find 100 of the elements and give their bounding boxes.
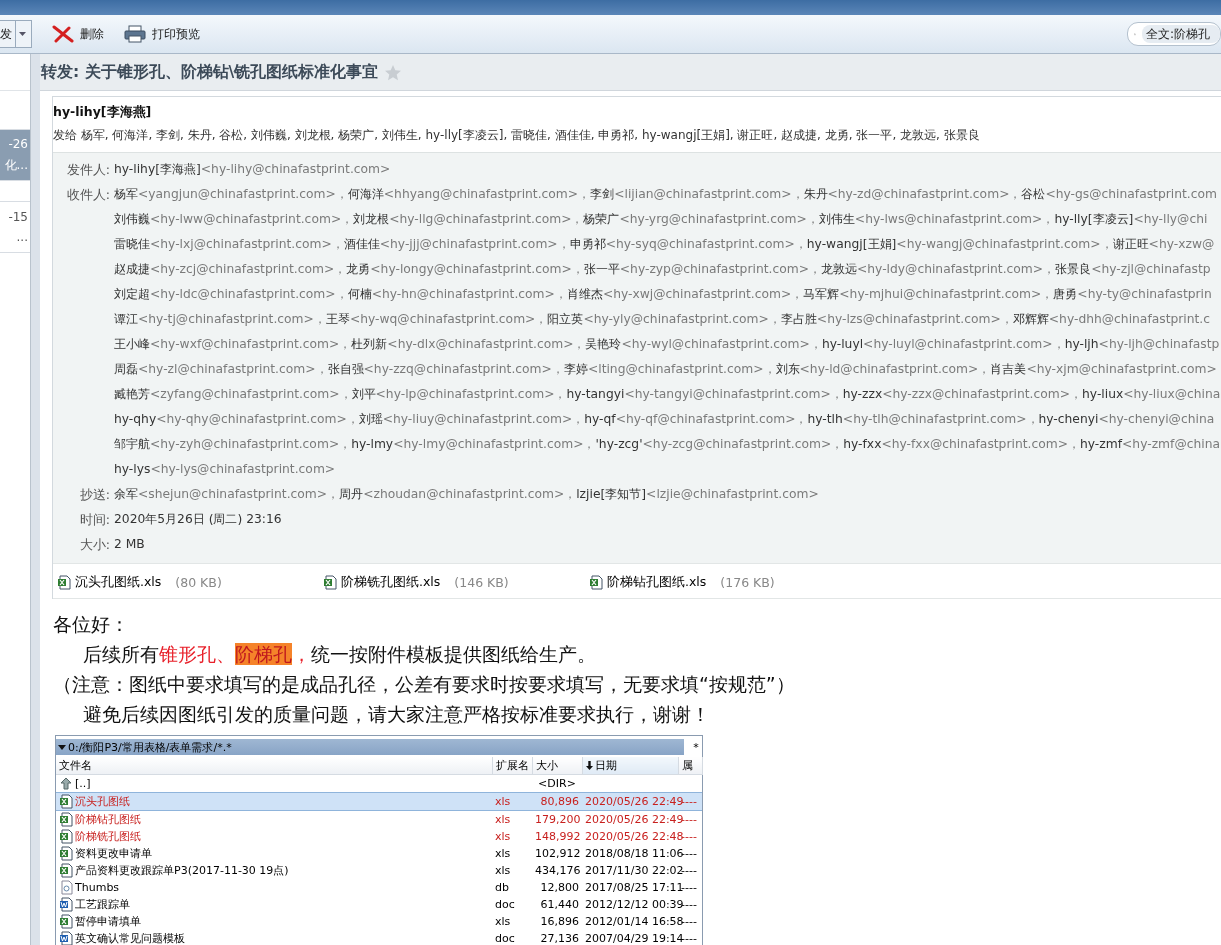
recipient-address: hy-qhy<hy-qhy@chinafastprint.com>，: [114, 412, 359, 426]
star-icon[interactable]: [384, 63, 403, 81]
recipient-address: 龙敦远<hy-ldy@chinafastprint.com>，: [821, 262, 1056, 276]
attachment-link[interactable]: 阶梯钻孔图纸.xls: [607, 574, 707, 591]
recipient-address: 谷松<hy-gs@chinafastprint.com: [1021, 187, 1217, 201]
recipient-address: 李占胜<hy-lzs@chinafastprint.com>，: [780, 312, 1013, 326]
print-button[interactable]: 打印预览: [118, 22, 206, 46]
recipient-address: 刘瑶<hy-liuy@chinafastprint.com>，: [358, 412, 585, 426]
recipient-address: hy-chenyi<hy-chenyi@china: [1038, 412, 1215, 426]
recipient-address: 刘东<hy-ld@chinafastprint.com>，: [775, 362, 991, 376]
printer-icon: [124, 25, 146, 43]
attachment-size: (176 KB): [720, 575, 775, 590]
email-subject: 转发: 关于锥形孔、阶梯钻\铣孔图纸标准化事宜: [41, 61, 379, 83]
recipient-address: 刘龙根<hy-llg@chinafastprint.com>，: [353, 212, 584, 226]
recipient-address: 谢正旺<hy-xzw@: [1112, 237, 1215, 251]
document-file-icon: [59, 897, 73, 912]
recipient-address: 李婷<lting@chinafastprint.com>，: [563, 362, 776, 376]
field-label: 发件人:: [65, 161, 111, 179]
spreadsheet-file-icon: [59, 794, 73, 809]
recipient-address: 刘平<hy-lp@chinafastprint.com>，: [351, 387, 567, 401]
attachment-size: (146 KB): [454, 575, 509, 590]
recipient-address: hy-liux<hy-liux@china: [1082, 387, 1221, 401]
recipient-address: 余军<shejun@chinafastprint.com>，: [114, 487, 340, 501]
recipient-address: 刘伟生<hy-lws@chinafastprint.com>，: [818, 212, 1055, 226]
recipient-address: hy-fxx<hy-fxx@chinafastprint.com>，: [843, 437, 1080, 451]
recipient-address: 张景良<hy-zjl@chinafastp: [1055, 262, 1211, 276]
recipient-summary: 发给 杨军, 何海洋, 李剑, 朱丹, 谷松, 刘伟巍, 刘龙根, 杨荣广, 刘伟生, hy-lly[李凌云], 雷晓佳, 酒佳佳, 申勇祁, hy-wangj[王娟], 谢正旺, 赵成捷, 龙勇, 张一平, 龙敦远, 张景良: [53, 127, 981, 144]
detail-value: 2 MB: [114, 537, 145, 551]
recipient-address: 张自强<hy-zzq@chinafastprint.com>，: [327, 362, 564, 376]
spreadsheet-file-icon: [59, 829, 73, 844]
file-row[interactable]: 暂停申请填单 xls 16,896 2012/01/14 16:58----: [56, 913, 702, 930]
recipient-address: 肖吉美<hy-xjm@chinafastprint.com>: [990, 362, 1217, 376]
recipient-address: 刘定超<hy-ldc@chinafastprint.com>，: [114, 287, 348, 301]
file-row[interactable]: [..] <DIR>: [56, 774, 702, 793]
recipient-address: hy-lmy<hy-lmy@chinafastprint.com>，: [351, 437, 596, 451]
column-header[interactable]: 属: [678, 757, 702, 775]
recipient-address: hy-wangj[王娟]<hy-wangj@chinafastprint.com>，: [806, 237, 1113, 251]
recipient-address: hy-lys<hy-lys@chinafastprint.com>: [114, 462, 336, 476]
recipient-address: 杨军<yangjun@chinafastprint.com>，: [114, 187, 348, 201]
forward-button[interactable]: 发: [0, 20, 32, 48]
up-arrow-icon: [59, 776, 73, 791]
spreadsheet-file-icon: [59, 846, 73, 861]
recipient-address: 邓辉辉<hy-dhh@chinafastprint.c: [1012, 312, 1211, 326]
attachment-link[interactable]: 阶梯铣孔图纸.xls: [341, 574, 441, 591]
recipient-address: 何楠<hy-hn@chinafastprint.com>，: [347, 287, 567, 301]
column-header[interactable]: 文件名: [56, 757, 492, 775]
file-row[interactable]: 阶梯钻孔图纸 xls 179,200 2020/05/26 22:49----: [56, 810, 702, 828]
spreadsheet-file-icon: [59, 914, 73, 929]
recipient-address: 何海洋<hhyang@chinafastprint.com>，: [347, 187, 591, 201]
recipient-address: 唐勇<hy-ty@chinafastprin: [1053, 287, 1212, 301]
recipient-address: 马军辉<hy-mjhui@chinafastprint.com>，: [803, 287, 1054, 301]
recipient-address: hy-ljh<hy-ljh@chinafastp: [1064, 337, 1220, 351]
recipient-address: 申勇祁<hy-syq@chinafastprint.com>，: [569, 237, 807, 251]
recipient-address: hy-luyl<hy-luyl@chinafastprint.com>，: [821, 337, 1065, 351]
attachment-size: (80 KB): [175, 575, 222, 590]
field-label: 时间:: [78, 511, 111, 529]
file-row[interactable]: 英文确认常见问题模板 doc 27,136 2007/04/29 19:14----: [56, 930, 702, 945]
attachment-link[interactable]: 沉头孔图纸.xls: [75, 574, 162, 591]
recipient-address: 吴艳玲<hy-wyl@chinafastprint.com>，: [585, 337, 822, 351]
recipient-address: 周丹<zhoudan@chinafastprint.com>，: [339, 487, 577, 501]
field-label: 收件人:: [65, 186, 111, 204]
message-list-item[interactable]: -15 ...: [0, 202, 30, 253]
recipient-address: 刘伟巍<hy-lww@chinafastprint.com>，: [114, 212, 354, 226]
column-header[interactable]: 扩展名: [492, 757, 532, 775]
file-row[interactable]: 阶梯铣孔图纸 xls 148,992 2020/05/26 22:48----: [56, 828, 702, 845]
spreadsheet-file-icon: [589, 575, 603, 590]
recipient-address: 龙勇<hy-longy@chinafastprint.com>，: [346, 262, 584, 276]
recipient-address: hy-tlh<hy-tlh@chinafastprint.com>，: [807, 412, 1039, 426]
file-row[interactable]: 资料更改申请单 xls 102,912 2018/08/18 11:06----: [56, 845, 702, 862]
recipient-address: hy-lihy[李海燕]<hy-lihy@chinafastprint.com>: [114, 162, 391, 176]
sender-name: hy-lihy[李海燕]: [53, 103, 153, 121]
delete-button[interactable]: 删除: [46, 22, 110, 46]
field-label: 抄送:: [78, 486, 111, 504]
file-row[interactable]: Thumbs db 12,800 2017/08/25 17:11----: [56, 879, 702, 896]
caret-icon: [58, 744, 66, 750]
recipient-address: 王小峰<hy-wxf@chinafastprint.com>，: [114, 337, 352, 351]
recipient-address: 杨荣广<hy-yrg@chinafastprint.com>，: [583, 212, 819, 226]
delete-icon: [52, 25, 74, 43]
field-label: 大小:: [78, 536, 111, 554]
detail-value: 2020年5月26日 (周二) 23:16: [114, 512, 282, 526]
recipient-address: hy-qf<hy-qf@chinafastprint.com>，: [584, 412, 808, 426]
body-paragraph: 后续所有锥形孔、阶梯孔，统一按附件模板提供图纸给生产。: [82, 642, 597, 667]
recipient-address: hy-zzx<hy-zzx@chinafastprint.com>，: [842, 387, 1083, 401]
spreadsheet-file-icon: [57, 575, 71, 590]
file-row[interactable]: 工艺跟踪单 doc 61,440 2012/12/12 00:39----: [56, 896, 702, 913]
column-header[interactable]: 大小: [532, 757, 582, 775]
recipient-address: hy-zmf<hy-zmf@china: [1080, 437, 1220, 451]
recipient-address: 雷晓佳<hy-lxj@chinafastprint.com>，: [114, 237, 344, 251]
filter-mark: *: [692, 740, 700, 754]
file-row[interactable]: 产品资料更改跟踪单P3(2017-11-30 19点) xls 434,176 2017/11/30 22:02----: [56, 862, 702, 879]
column-header[interactable]: 日期: [582, 757, 678, 775]
recipient-address: 酒佳佳<hy-jjj@chinafastprint.com>，: [343, 237, 570, 251]
recipient-address: 李剑<lijian@chinafastprint.com>，: [590, 187, 804, 201]
recipient-address: 周磊<hy-zl@chinafastprint.com>，: [114, 362, 328, 376]
settings-file-icon: [59, 880, 73, 895]
recipient-address: 赵成捷<hy-zcj@chinafastprint.com>，: [114, 262, 347, 276]
recipient-address: hy-lly[李凌云]<hy-lly@chi: [1054, 212, 1208, 226]
recipient-address: 谭江<hy-tj@chinafastprint.com>，: [114, 312, 326, 326]
search-field[interactable]: 全文:阶梯孔: [1127, 22, 1221, 46]
splitter-bar[interactable]: [31, 54, 40, 945]
